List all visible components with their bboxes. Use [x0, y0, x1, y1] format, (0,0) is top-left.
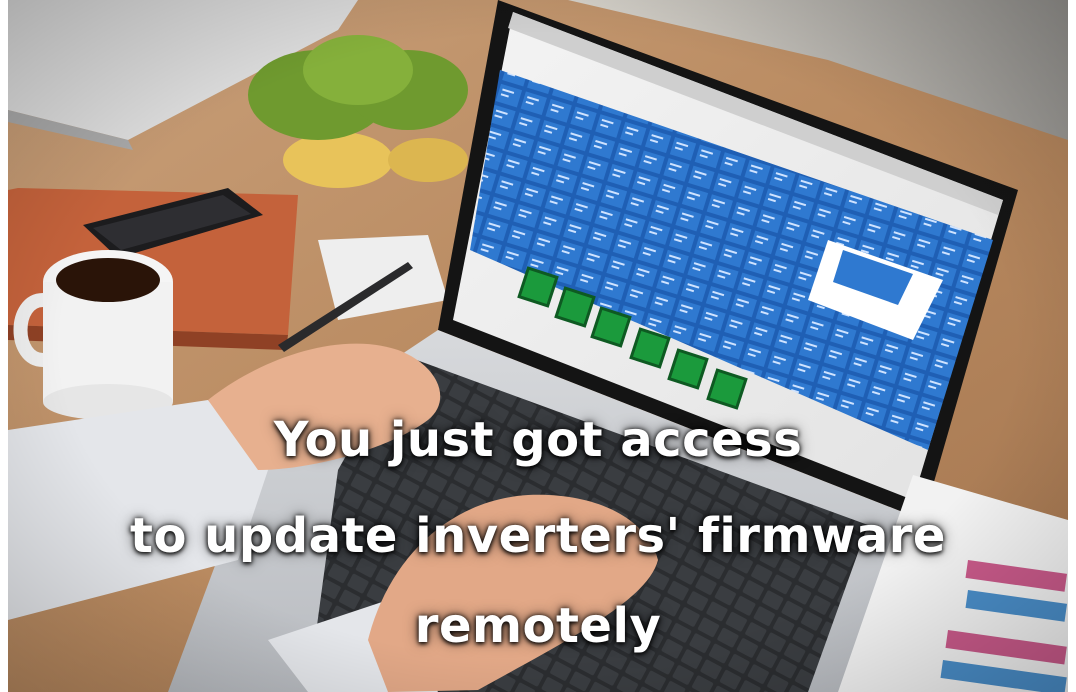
headline-line-2: to update inverters' firmware — [130, 508, 946, 564]
background-photo — [8, 0, 1068, 692]
headline-line-1: You just got access — [273, 412, 803, 468]
headline-line-3: remotely — [414, 598, 662, 654]
